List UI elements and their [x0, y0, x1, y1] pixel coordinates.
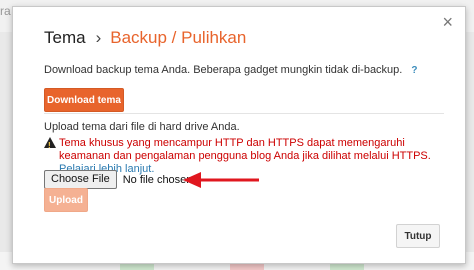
dialog-title: Backup / Pulihkan [110, 28, 247, 47]
download-description: Download backup tema Anda. Beberapa gadg… [44, 64, 418, 76]
close-icon[interactable]: × [442, 13, 453, 31]
breadcrumb: Tema › Backup / Pulihkan [44, 28, 246, 48]
close-button[interactable]: Tutup [396, 224, 440, 248]
help-icon[interactable]: ? [411, 65, 417, 76]
download-theme-button[interactable]: Download tema [44, 88, 124, 112]
file-input: Choose File No file chosen [44, 170, 192, 189]
breadcrumb-parent[interactable]: Tema [44, 28, 86, 48]
upload-description: Upload tema dari file di hard drive Anda… [44, 121, 240, 133]
upload-button[interactable]: Upload [44, 188, 88, 212]
warning-text: Tema khusus yang mencampur HTTP dan HTTP… [59, 137, 431, 162]
red-arrow-icon [183, 172, 259, 188]
file-status: No file chosen [122, 173, 193, 186]
breadcrumb-separator: › [95, 28, 102, 47]
choose-file-button[interactable]: Choose File [44, 170, 117, 189]
download-description-text: Download backup tema Anda. Beberapa gadg… [44, 64, 403, 76]
warning-triangle-icon [44, 137, 56, 152]
backup-restore-dialog: × Tema › Backup / Pulihkan Download back… [12, 6, 466, 264]
section-divider [44, 113, 444, 114]
background-text: ra [0, 4, 11, 18]
